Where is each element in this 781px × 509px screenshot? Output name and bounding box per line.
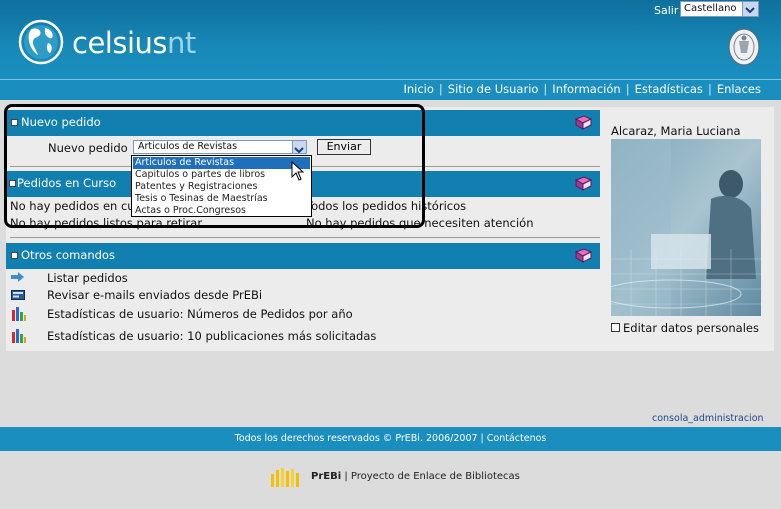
prebi-brand: PrEBi xyxy=(311,471,342,482)
nav-link-sitio-usuario[interactable]: Sitio de Usuario xyxy=(448,82,539,96)
footer-bar: Todos los derechos reservados © PrEBi. 2… xyxy=(0,427,781,451)
nav-separator: | xyxy=(625,82,630,96)
chevron-down-icon[interactable] xyxy=(292,141,306,154)
bar-chart-icon xyxy=(12,307,26,321)
pedidos-en-curso-status: No hay pedidos en cu xyxy=(10,199,135,213)
language-select-value: Castellano xyxy=(684,3,737,14)
copyright-text: Todos los derechos reservados © PrEBi. 2… xyxy=(234,433,487,444)
globe-logo-icon xyxy=(18,19,64,65)
section-title: Otros comandos xyxy=(21,248,115,262)
section-title: Nuevo pedido xyxy=(21,115,101,129)
section-square-icon xyxy=(9,180,16,187)
section-square-icon xyxy=(11,119,18,126)
user-photo xyxy=(611,139,761,316)
revisar-emails-link[interactable]: Revisar e-mails enviados desde PrEBi xyxy=(47,288,262,302)
nav-separator: | xyxy=(438,82,443,96)
mouse-cursor-icon xyxy=(291,161,304,181)
nav-link-enlaces[interactable]: Enlaces xyxy=(717,82,761,96)
nav-separator: | xyxy=(543,82,548,96)
estadisticas-top-publicaciones-link[interactable]: Estadísticas de usuario: 10 publicacione… xyxy=(47,329,376,343)
app-logo: celsiusnt xyxy=(72,26,196,60)
nav-link-estadisticas[interactable]: Estadísticas xyxy=(635,82,703,96)
nav-links: Inicio | Sitio de Usuario | Información | Esta… xyxy=(403,82,761,96)
consola-administracion-link[interactable]: consola_administracion xyxy=(652,413,764,424)
estadisticas-pedidos-por-ano-link[interactable]: Estadísticas de usuario: Números de Pedi… xyxy=(47,307,353,321)
email-icon xyxy=(11,290,25,300)
pedidos-listos-status: No hay pedidos listos para retirar xyxy=(10,216,203,230)
editar-datos-link[interactable]: Editar datos personales xyxy=(623,321,759,335)
dropdown-option[interactable]: Tesis o Tesinas de Maestrías xyxy=(135,193,268,204)
dropdown-option[interactable]: Capitulos o partes de libros xyxy=(135,169,265,180)
chevron-down-icon[interactable] xyxy=(742,2,758,16)
nav-separator: | xyxy=(707,82,712,96)
dropdown-option[interactable]: Actas o Proc.Congresos xyxy=(135,205,246,216)
university-seal-icon xyxy=(728,28,760,66)
otros-comandos-header: Otros comandos xyxy=(6,243,600,269)
dropdown-option[interactable]: Patentes y Registraciones xyxy=(135,181,257,192)
footer-text: Todos los derechos reservados © PrEBi. 2… xyxy=(0,433,781,444)
pedido-type-dropdown-list[interactable]: Articulos de Revistas Capitulos o partes… xyxy=(131,155,312,217)
book-icon[interactable] xyxy=(575,115,592,130)
prebi-tagline: PrEBi | Proyecto de Enlace de Biblioteca… xyxy=(311,471,520,482)
nav-bar: Inicio | Sitio de Usuario | Información | Esta… xyxy=(0,79,781,100)
nav-link-inicio[interactable]: Inicio xyxy=(403,82,433,96)
section-square-icon xyxy=(11,252,18,259)
section-title: Pedidos en Curso xyxy=(17,176,117,190)
prebi-description: | Proyecto de Enlace de Bibliotecas xyxy=(341,471,520,482)
nav-link-informacion[interactable]: Información xyxy=(552,82,620,96)
divider xyxy=(10,237,600,238)
pedidos-atencion-status: No hay pedidos que necesiten atención xyxy=(306,216,534,230)
pedidos-historicos-link[interactable]: Todos los pedidos históricos xyxy=(306,199,466,213)
prebi-logo-icon xyxy=(271,468,299,487)
pedido-type-select[interactable]: Articulos de Revistas xyxy=(133,140,307,154)
book-icon[interactable] xyxy=(575,248,592,263)
listar-pedidos-link[interactable]: Listar pedidos xyxy=(47,271,128,285)
pedido-type-value: Articulos de Revistas xyxy=(138,141,238,152)
bar-chart-icon xyxy=(12,329,26,343)
logo-main: celsius xyxy=(72,26,168,60)
contact-link[interactable]: Contáctenos xyxy=(487,433,547,444)
book-icon[interactable] xyxy=(575,176,592,191)
language-select[interactable]: Castellano xyxy=(680,1,759,17)
nuevo-pedido-label: Nuevo pedido xyxy=(48,141,128,155)
user-name: Alcaraz, Maria Luciana xyxy=(611,124,741,138)
nuevo-pedido-header: Nuevo pedido xyxy=(6,110,600,136)
enviar-button[interactable]: Enviar xyxy=(317,139,371,155)
logo-suffix: nt xyxy=(167,26,196,60)
arrow-right-icon xyxy=(11,272,24,282)
dropdown-option[interactable]: Articulos de Revistas xyxy=(135,157,234,168)
logout-link[interactable]: Salir xyxy=(654,4,678,17)
header: celsiusnt Salir Castellano xyxy=(0,0,781,79)
edit-checkbox-icon[interactable] xyxy=(611,323,620,332)
